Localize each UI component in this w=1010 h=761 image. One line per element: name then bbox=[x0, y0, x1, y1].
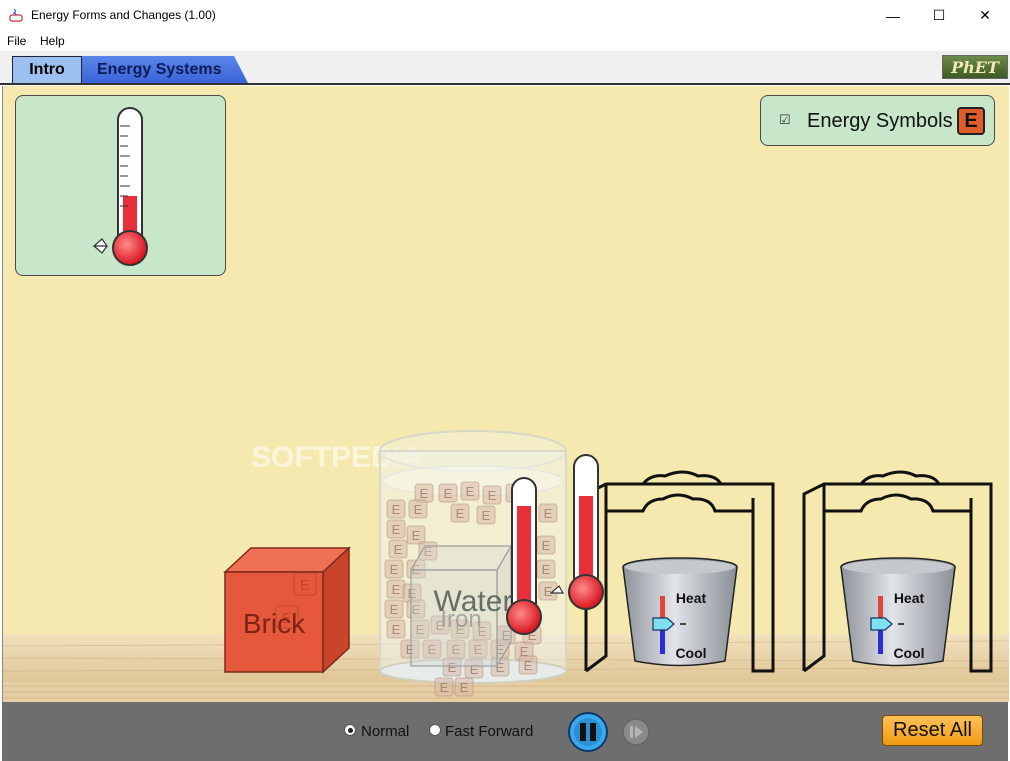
energy-chunk-label: E bbox=[488, 488, 497, 503]
energy-chunk-label: E bbox=[456, 506, 465, 521]
menu-bar: File Help bbox=[0, 31, 1010, 51]
normal-speed-label: Normal bbox=[361, 723, 410, 740]
step-forward-icon bbox=[630, 726, 633, 738]
bottom-control-bar: Normal Fast Forward Reset All bbox=[2, 702, 1008, 761]
tab-energy-systems-label: Energy Systems bbox=[97, 61, 222, 78]
energy-chunk-label: E bbox=[392, 522, 401, 537]
energy-chunk-label: E bbox=[460, 680, 469, 695]
tab-intro[interactable]: Intro bbox=[12, 56, 82, 83]
energy-symbols-checkbox[interactable]: ☑ bbox=[779, 113, 793, 127]
title-bar: Energy Forms and Changes (1.00) — ☐ ✕ bbox=[0, 0, 1010, 31]
energy-chunk-label: E bbox=[394, 542, 403, 557]
thermometer-toolbox bbox=[15, 95, 226, 276]
energy-chunk-label: E bbox=[542, 538, 551, 553]
close-button[interactable]: ✕ bbox=[962, 0, 1008, 31]
energy-chunk-label: E bbox=[482, 508, 491, 523]
heat-label: Heat bbox=[676, 590, 707, 606]
phet-logo[interactable]: PhET bbox=[942, 55, 1008, 79]
pause-icon bbox=[580, 723, 586, 741]
energy-chunk-label: E bbox=[392, 622, 401, 637]
energy-chunk-label: E bbox=[420, 486, 429, 501]
maximize-button[interactable]: ☐ bbox=[916, 0, 962, 31]
water-label: Water bbox=[434, 585, 513, 618]
heat-cool-bucket: Heat Cool bbox=[622, 557, 738, 667]
tab-energy-systems[interactable]: Energy Systems bbox=[82, 56, 248, 83]
energy-chunk-label: E bbox=[414, 502, 423, 517]
energy-symbol-badge: E bbox=[957, 107, 985, 135]
energy-chunk-label: E bbox=[392, 582, 401, 597]
energy-chunk-label: E bbox=[390, 602, 399, 617]
energy-chunk-label: E bbox=[544, 584, 553, 599]
energy-chunk-label: E bbox=[524, 658, 533, 673]
cool-label: Cool bbox=[893, 645, 924, 661]
step-forward-button[interactable] bbox=[621, 717, 651, 747]
energy-chunk-label: E bbox=[542, 562, 551, 577]
reset-all-button[interactable]: Reset All bbox=[882, 715, 983, 746]
pause-button[interactable] bbox=[567, 711, 609, 753]
energy-symbols-label: Energy Symbols bbox=[807, 110, 953, 132]
java-app-icon bbox=[9, 8, 23, 22]
energy-chunk-label: E bbox=[390, 562, 399, 577]
energy-chunk-label: E bbox=[544, 506, 553, 521]
energy-chunk-label: E bbox=[412, 528, 421, 543]
brick-energy-chunk: E bbox=[300, 577, 310, 594]
menu-help[interactable]: Help bbox=[40, 34, 65, 48]
fast-forward-radio[interactable] bbox=[429, 724, 441, 736]
energy-symbols-panel: ☑ Energy Symbols E bbox=[760, 95, 995, 146]
thermometer-icon[interactable] bbox=[92, 107, 148, 266]
energy-chunk-label: E bbox=[392, 502, 401, 517]
fast-forward-label: Fast Forward bbox=[445, 723, 534, 740]
thermometer-in-water[interactable] bbox=[506, 477, 542, 635]
energy-chunk-label: E bbox=[440, 680, 449, 695]
cool-label: Cool bbox=[675, 645, 706, 661]
minimize-button[interactable]: — bbox=[870, 0, 916, 31]
brick-label: Brick bbox=[243, 608, 306, 639]
energy-chunk-label: E bbox=[444, 486, 453, 501]
tab-bar: Energy Systems Intro PhET bbox=[0, 51, 1010, 85]
heat-label: Heat bbox=[894, 590, 925, 606]
brick-block[interactable]: E E Brick bbox=[223, 546, 351, 674]
normal-speed-radio[interactable] bbox=[344, 724, 356, 736]
tab-intro-label: Intro bbox=[29, 61, 65, 78]
heat-cool-bucket: Heat Cool bbox=[840, 557, 956, 667]
play-area: SOFTPEDIA E E Brick EEEEEEEEEEEEEEEEEEEE… bbox=[2, 86, 1009, 702]
menu-file[interactable]: File bbox=[7, 34, 26, 48]
window-title: Energy Forms and Changes (1.00) bbox=[31, 8, 216, 22]
energy-chunk-label: E bbox=[466, 484, 475, 499]
